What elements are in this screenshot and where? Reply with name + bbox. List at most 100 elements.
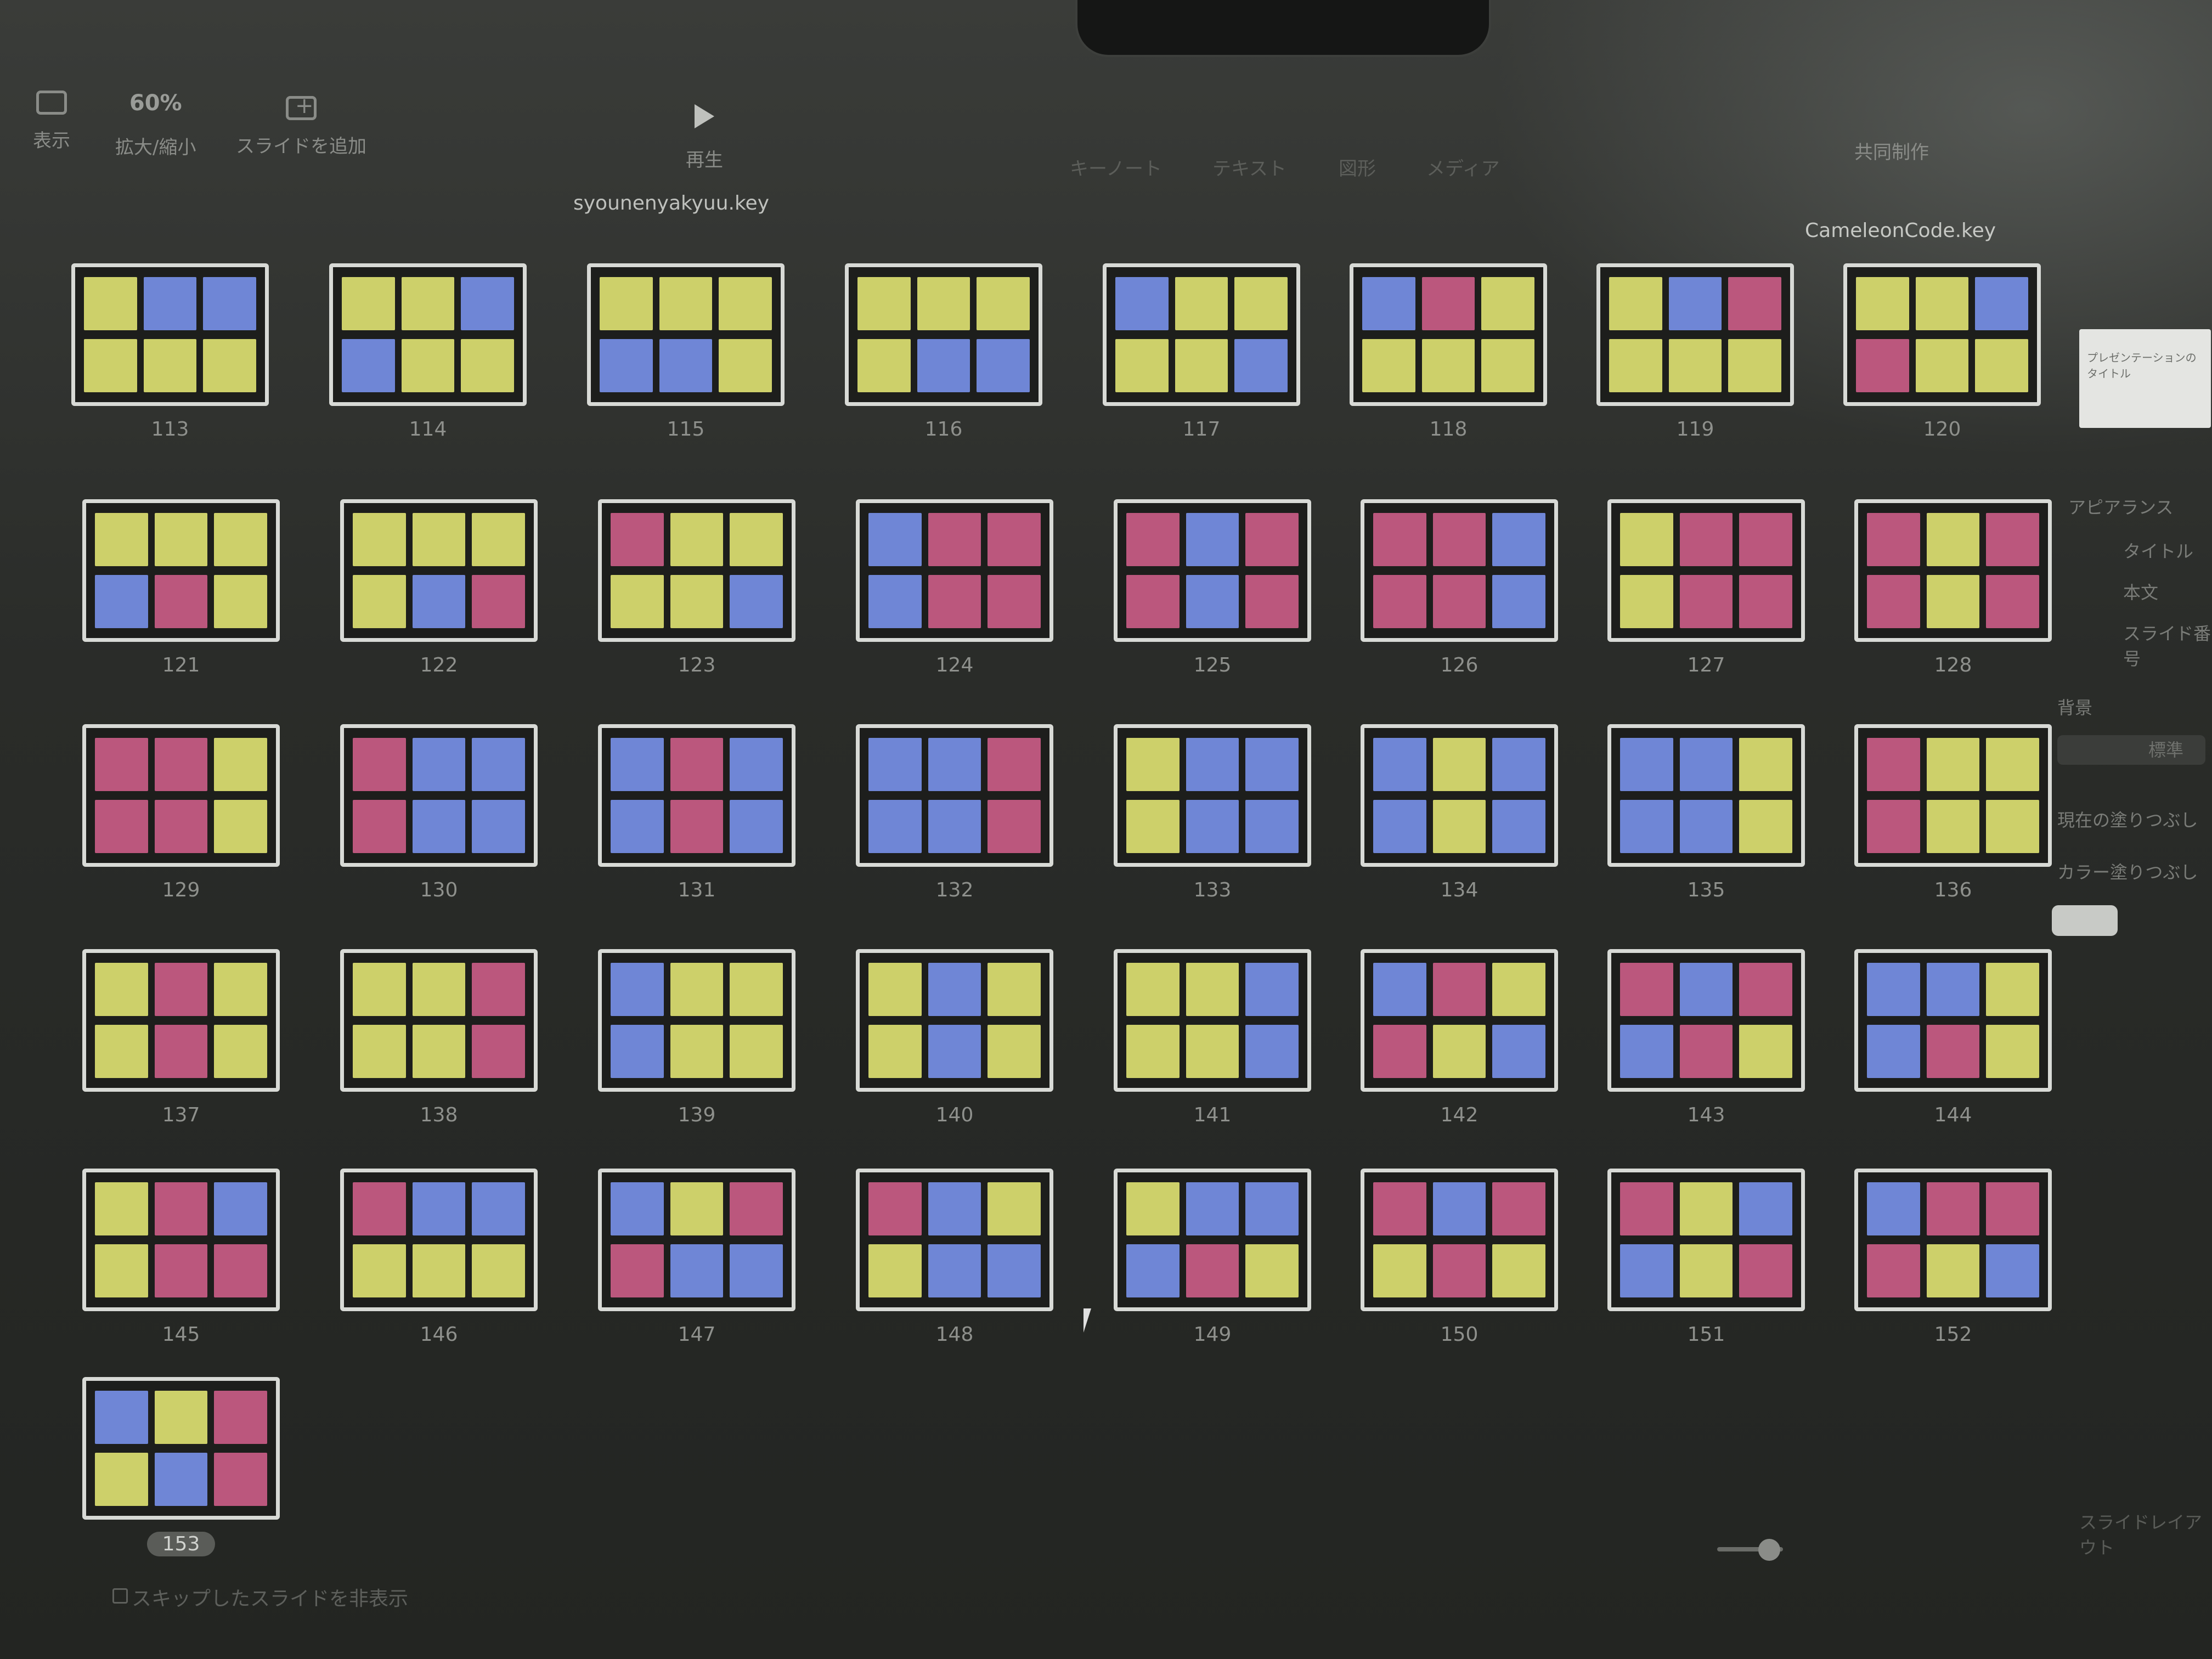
slide-thumbnail-121[interactable]: 121 <box>82 499 280 676</box>
slide-thumbnail-153[interactable]: 153 <box>82 1377 280 1556</box>
tab-shape[interactable]: 図形 <box>1339 154 1376 180</box>
slide-preview[interactable] <box>1114 724 1311 867</box>
tab-text[interactable]: テキスト <box>1212 154 1286 180</box>
collaborate-button[interactable]: 共同制作 <box>1854 137 1929 164</box>
slide-thumbnail-129[interactable]: 129 <box>82 724 280 901</box>
slide-thumbnail-139[interactable]: 139 <box>598 949 795 1126</box>
slide-preview[interactable] <box>82 1169 280 1311</box>
play-button[interactable]: 再生 <box>686 104 723 172</box>
slide-thumbnail-142[interactable]: 142 <box>1361 949 1558 1126</box>
tab-keynote[interactable]: キーノート <box>1070 154 1162 180</box>
slide-preview[interactable] <box>82 499 280 642</box>
slide-thumbnail-136[interactable]: 136 <box>1854 724 2052 901</box>
slide-preview[interactable] <box>1854 499 2052 642</box>
slide-preview[interactable] <box>82 1377 280 1520</box>
slide-thumbnail-145[interactable]: 145 <box>82 1169 280 1346</box>
theme-preview[interactable]: プレゼンテーションのタイトル <box>2079 329 2211 428</box>
slide-thumbnail-118[interactable]: 118 <box>1350 263 1547 441</box>
slide-thumbnail-117[interactable]: 117 <box>1103 263 1300 441</box>
slide-thumbnail-147[interactable]: 147 <box>598 1169 795 1346</box>
slide-preview[interactable] <box>71 263 269 406</box>
slide-preview[interactable] <box>587 263 785 406</box>
background-select[interactable]: 標準 <box>2057 735 2205 765</box>
color-fill-label[interactable]: カラー塗りつぶし <box>2057 859 2198 884</box>
slide-thumbnail-134[interactable]: 134 <box>1361 724 1558 901</box>
slide-thumbnail-130[interactable]: 130 <box>340 724 538 901</box>
slide-thumbnail-127[interactable]: 127 <box>1607 499 1805 676</box>
slide-preview[interactable] <box>340 949 538 1092</box>
slide-thumbnail-113[interactable]: 113 <box>71 263 269 441</box>
slide-preview[interactable] <box>856 1169 1053 1311</box>
slide-preview[interactable] <box>1854 949 2052 1092</box>
title-toggle-label[interactable]: タイトル <box>2123 538 2193 563</box>
slider-knob[interactable] <box>1758 1539 1780 1561</box>
slide-preview[interactable] <box>1607 724 1805 867</box>
slide-thumbnail-151[interactable]: 151 <box>1607 1169 1805 1346</box>
skip-checkbox[interactable] <box>112 1588 128 1604</box>
slide-thumbnail-114[interactable]: 114 <box>329 263 527 441</box>
slide-preview[interactable] <box>856 499 1053 642</box>
slide-preview[interactable] <box>1596 263 1794 406</box>
slide-preview[interactable] <box>1361 499 1558 642</box>
slide-preview[interactable] <box>1361 724 1558 867</box>
slide-preview[interactable] <box>1607 499 1805 642</box>
slide-thumbnail-143[interactable]: 143 <box>1607 949 1805 1126</box>
slide-preview[interactable] <box>1843 263 2041 406</box>
slide-thumbnail-144[interactable]: 144 <box>1854 949 2052 1126</box>
slide-thumbnail-120[interactable]: 120 <box>1843 263 2041 441</box>
slide-thumbnail-126[interactable]: 126 <box>1361 499 1558 676</box>
zoom-button[interactable]: 60% 拡大/縮小 <box>115 91 196 159</box>
slide-layout-label[interactable]: スライドレイアウト <box>2079 1509 2212 1559</box>
slide-thumbnail-149[interactable]: 149 <box>1114 1169 1311 1346</box>
hide-skipped-slides-label[interactable]: スキップしたスライドを非表示 <box>132 1583 408 1611</box>
slide-thumbnail-148[interactable]: 148 <box>856 1169 1053 1346</box>
slide-preview[interactable] <box>1607 949 1805 1092</box>
slide-preview[interactable] <box>340 499 538 642</box>
body-toggle-label[interactable]: 本文 <box>2123 579 2158 604</box>
slide-preview[interactable] <box>1114 499 1311 642</box>
add-slide-button[interactable]: スライドを追加 <box>236 93 366 158</box>
slide-thumbnail-115[interactable]: 115 <box>587 263 785 441</box>
slide-preview[interactable] <box>329 263 527 406</box>
slide-thumbnail-135[interactable]: 135 <box>1607 724 1805 901</box>
slide-number-toggle-label[interactable]: スライド番号 <box>2123 620 2211 670</box>
slide-preview[interactable] <box>82 724 280 867</box>
slide-thumbnail-132[interactable]: 132 <box>856 724 1053 901</box>
slide-preview[interactable] <box>598 724 795 867</box>
slide-preview[interactable] <box>598 1169 795 1311</box>
slide-thumbnail-150[interactable]: 150 <box>1361 1169 1558 1346</box>
slide-thumbnail-138[interactable]: 138 <box>340 949 538 1126</box>
slide-thumbnail-124[interactable]: 124 <box>856 499 1053 676</box>
slide-preview[interactable] <box>845 263 1042 406</box>
slide-preview[interactable] <box>1361 949 1558 1092</box>
slide-preview[interactable] <box>340 1169 538 1311</box>
slide-preview[interactable] <box>1361 1169 1558 1311</box>
slide-thumbnail-146[interactable]: 146 <box>340 1169 538 1346</box>
slide-preview[interactable] <box>82 949 280 1092</box>
slide-thumbnail-119[interactable]: 119 <box>1596 263 1794 441</box>
view-button[interactable]: 表示 <box>33 91 70 153</box>
slide-thumbnail-125[interactable]: 125 <box>1114 499 1311 676</box>
slide-thumbnail-116[interactable]: 116 <box>845 263 1042 441</box>
slide-preview[interactable] <box>1350 263 1547 406</box>
slide-preview[interactable] <box>856 724 1053 867</box>
slide-thumbnail-137[interactable]: 137 <box>82 949 280 1126</box>
slide-thumbnail-122[interactable]: 122 <box>340 499 538 676</box>
slide-thumbnail-128[interactable]: 128 <box>1854 499 2052 676</box>
slide-preview[interactable] <box>1854 724 2052 867</box>
slide-preview[interactable] <box>856 949 1053 1092</box>
slide-preview[interactable] <box>1854 1169 2052 1311</box>
slide-thumbnail-140[interactable]: 140 <box>856 949 1053 1126</box>
slide-preview[interactable] <box>1607 1169 1805 1311</box>
slide-preview[interactable] <box>1103 263 1300 406</box>
slide-preview[interactable] <box>598 949 795 1092</box>
slide-thumbnail-141[interactable]: 141 <box>1114 949 1311 1126</box>
slide-preview[interactable] <box>340 724 538 867</box>
slide-thumbnail-152[interactable]: 152 <box>1854 1169 2052 1346</box>
slide-preview[interactable] <box>598 499 795 642</box>
slide-thumbnail-131[interactable]: 131 <box>598 724 795 901</box>
color-well[interactable] <box>2052 905 2118 936</box>
slide-thumbnail-133[interactable]: 133 <box>1114 724 1311 901</box>
slide-thumbnail-123[interactable]: 123 <box>598 499 795 676</box>
slide-preview[interactable] <box>1114 1169 1311 1311</box>
